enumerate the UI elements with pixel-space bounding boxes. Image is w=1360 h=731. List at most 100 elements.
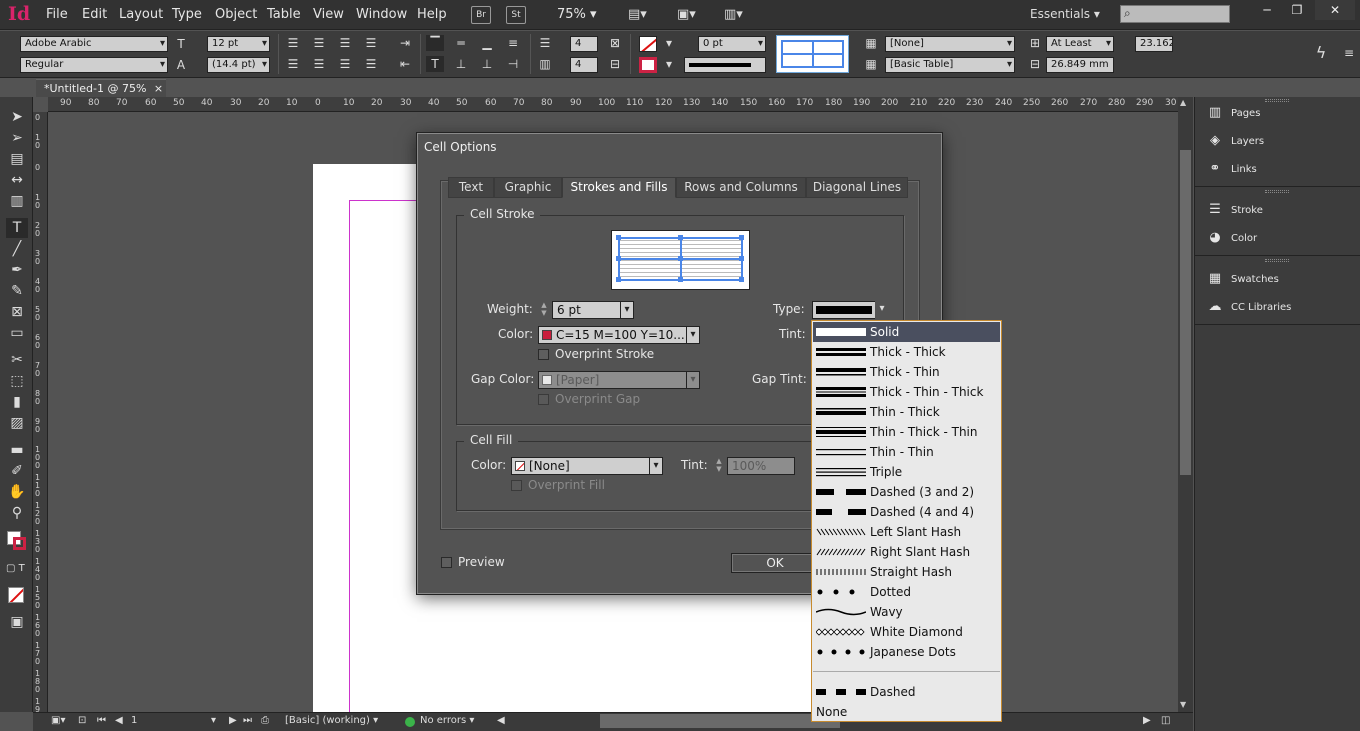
text-orientation-icon[interactable]: T: [426, 56, 444, 72]
panel-layers[interactable]: ◈ Layers: [1205, 131, 1264, 151]
rotate-text-90-icon[interactable]: ⊥: [452, 56, 470, 72]
preflight-errors[interactable]: No errors ▾: [420, 715, 474, 726]
stroke-dropdown-icon[interactable]: ▾: [660, 56, 678, 72]
stroke-type-option-white-diamond[interactable]: White Diamond: [813, 622, 1000, 642]
open-page-icon[interactable]: ⎙: [261, 715, 269, 726]
selection-tool-icon[interactable]: ➤: [6, 107, 28, 127]
tab-strokes-and-fills[interactable]: Strokes and Fills: [562, 177, 676, 198]
page-tool-icon[interactable]: ▤: [6, 149, 28, 169]
stroke-type-option-right-slant-hash[interactable]: Right Slant Hash: [813, 542, 1000, 562]
justify-center-icon[interactable]: ☰: [310, 56, 328, 72]
content-collector-icon[interactable]: ▥: [6, 191, 28, 211]
menu-view[interactable]: View: [313, 7, 344, 22]
stroke-type-option-straight-hash[interactable]: Straight Hash: [813, 562, 1000, 582]
preflight-icon[interactable]: ▣▾: [51, 715, 65, 726]
panel-pages[interactable]: ▥ Pages: [1205, 103, 1261, 123]
gap-color-dropdown[interactable]: ▾: [686, 371, 700, 389]
fill-color-dropdown[interactable]: ▾: [649, 457, 663, 475]
gradient-feather-tool-icon[interactable]: ▨: [6, 413, 28, 433]
pen-tool-icon[interactable]: ✒: [6, 260, 28, 280]
bridge-button[interactable]: Br: [471, 6, 491, 24]
stock-button[interactable]: St: [506, 6, 526, 24]
row-height-mode-field[interactable]: At Least: [1046, 36, 1114, 52]
row-height-field[interactable]: 23.162 r: [1135, 36, 1173, 52]
panel-links[interactable]: ⚭ Links: [1205, 159, 1257, 179]
arrange-documents-icon[interactable]: ▥▾: [724, 7, 743, 22]
stroke-type-option-thick-thin-thick[interactable]: Thick - Thin - Thick: [813, 382, 1000, 402]
ok-button[interactable]: OK: [731, 553, 819, 573]
align-center-icon[interactable]: ☰: [310, 35, 328, 51]
apply-none-icon[interactable]: [8, 587, 24, 603]
unmerge-cells-icon[interactable]: ⊟: [606, 56, 624, 72]
stroke-color-icon[interactable]: [13, 537, 26, 550]
line-tool-icon[interactable]: ╱: [6, 239, 28, 259]
menu-object[interactable]: Object: [215, 7, 257, 22]
table-style-field[interactable]: [Basic Table]: [885, 57, 1015, 73]
menu-type[interactable]: Type: [172, 7, 202, 22]
page-number[interactable]: 1: [131, 715, 137, 726]
panel-stroke[interactable]: ☰ Stroke: [1205, 200, 1263, 220]
stroke-type-option-dashed-4-and-4[interactable]: Dashed (4 and 4): [813, 502, 1000, 522]
stroke-type-field[interactable]: [684, 57, 766, 73]
cell-style-field[interactable]: [None]: [885, 36, 1015, 52]
tab-text[interactable]: Text: [448, 177, 494, 198]
menu-edit[interactable]: Edit: [82, 7, 107, 22]
direct-selection-tool-icon[interactable]: ➢: [6, 128, 28, 148]
fill-dropdown-icon[interactable]: ▾: [660, 35, 678, 51]
menu-file[interactable]: File: [46, 7, 68, 22]
eyedropper-tool-icon[interactable]: ✐: [6, 461, 28, 481]
scroll-down-icon[interactable]: ▼: [1180, 700, 1186, 709]
rows-field[interactable]: 4: [570, 36, 598, 52]
note-tool-icon[interactable]: ▬: [6, 440, 28, 460]
stroke-type-option-none[interactable]: None: [813, 702, 1000, 722]
preview-checkbox[interactable]: [441, 557, 452, 568]
stroke-type-option-thin-thin[interactable]: Thin - Thin: [813, 442, 1000, 462]
stroke-type-option-thin-thick[interactable]: Thin - Thick: [813, 402, 1000, 422]
stroke-type-option-thin-thick-thin[interactable]: Thin - Thick - Thin: [813, 422, 1000, 442]
preflight-profile[interactable]: [Basic] (working) ▾: [285, 715, 378, 726]
weight-dropdown[interactable]: ▾: [620, 301, 634, 319]
first-page-icon[interactable]: ⏮: [97, 715, 106, 726]
minimize-button[interactable]: ─: [1252, 0, 1282, 20]
panel-swatches[interactable]: ▦ Swatches: [1205, 269, 1279, 289]
text-rotate-icon[interactable]: ⇤: [396, 56, 414, 72]
page-dropdown-icon[interactable]: ▾: [211, 715, 216, 726]
columns-field[interactable]: 4: [570, 57, 598, 73]
panel-color[interactable]: ◕ Color: [1205, 228, 1257, 248]
menu-help[interactable]: Help: [417, 7, 447, 22]
justify-all-icon[interactable]: ☰: [362, 56, 380, 72]
justify-left-icon[interactable]: ☰: [284, 56, 302, 72]
fill-tint-stepper[interactable]: ▲ ▼: [713, 457, 725, 475]
stroke-type-option-thick-thick[interactable]: Thick - Thick: [813, 342, 1000, 362]
panel-grip[interactable]: [1265, 259, 1289, 262]
stroke-type-option-solid[interactable]: Solid: [813, 322, 1000, 342]
vertical-scroll-thumb[interactable]: [1180, 150, 1191, 475]
restore-button[interactable]: ❐: [1282, 0, 1312, 20]
align-middle-icon[interactable]: ═: [452, 35, 470, 51]
search-input[interactable]: ⌕: [1120, 5, 1230, 23]
stroke-weight-field[interactable]: 0 pt: [698, 36, 766, 52]
view-options-icon[interactable]: ▤▾: [628, 7, 647, 22]
panel-menu-icon[interactable]: ≡: [1340, 45, 1358, 61]
column-width-field[interactable]: 26.849 mm: [1046, 57, 1114, 73]
text-direction-icon[interactable]: ⇥: [396, 35, 414, 51]
stroke-type-option-thick-thin[interactable]: Thick - Thin: [813, 362, 1000, 382]
fill-none-icon[interactable]: [639, 36, 657, 52]
align-left-icon[interactable]: ☰: [284, 35, 302, 51]
rectangle-tool-icon[interactable]: ▭: [6, 323, 28, 343]
stroke-type-option-japanese-dots[interactable]: Japanese Dots: [813, 642, 1000, 662]
type-tool-icon[interactable]: T: [6, 218, 28, 238]
scroll-left-icon[interactable]: ◀: [497, 715, 505, 726]
next-page-icon[interactable]: ▶: [229, 715, 237, 726]
menu-table[interactable]: Table: [267, 7, 301, 22]
close-button[interactable]: ✕: [1315, 0, 1355, 20]
align-top-icon[interactable]: ▔: [426, 35, 444, 51]
stroke-type-select[interactable]: [812, 301, 876, 319]
formatting-affects-container-icon[interactable]: ▢ T: [6, 563, 25, 574]
merge-cells-icon[interactable]: ⊠: [606, 35, 624, 51]
stroke-color-field[interactable]: C=15 M=100 Y=10...: [538, 326, 688, 344]
font-family-field[interactable]: Adobe Arabic: [20, 36, 168, 52]
gradient-swatch-tool-icon[interactable]: ▮: [6, 392, 28, 412]
align-right-icon[interactable]: ☰: [336, 35, 354, 51]
align-bottom-icon[interactable]: ▁: [478, 35, 496, 51]
